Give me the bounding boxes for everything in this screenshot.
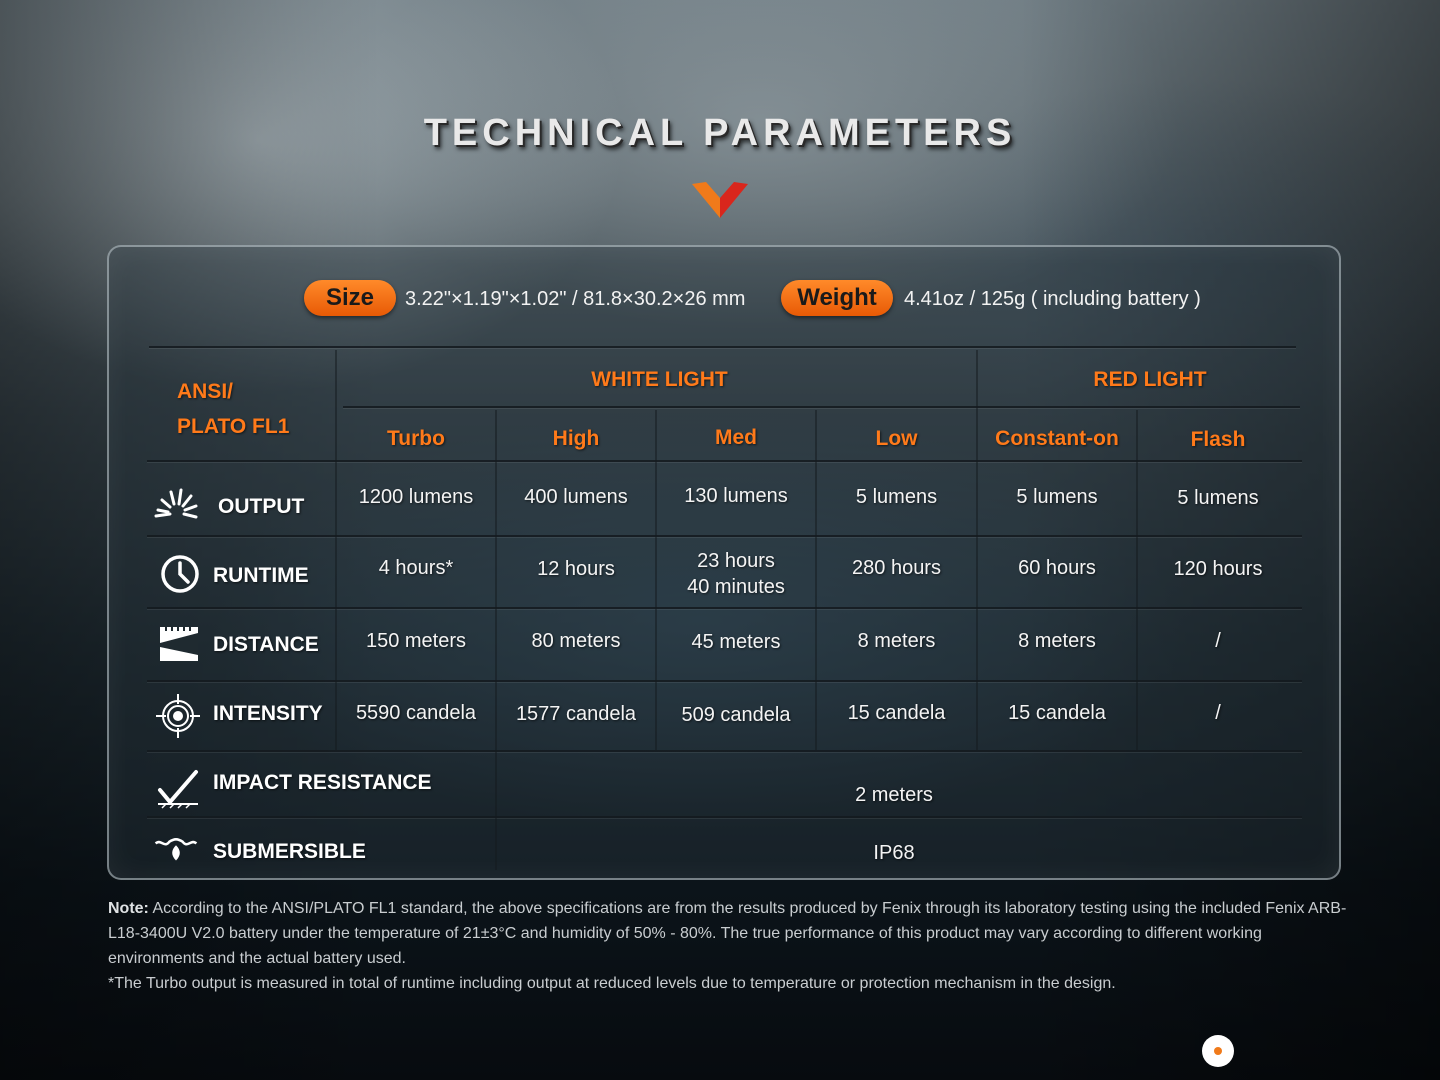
table-cell: 280 hours [852, 557, 941, 579]
table-cell: 5590 candela [355, 702, 477, 724]
table-cell: 1577 candela [515, 703, 637, 725]
table-cell: 120 hours [1173, 558, 1263, 580]
row-label-intensity: INTENSITY [213, 702, 323, 725]
burst-icon [154, 488, 198, 519]
mode-header: Turbo [387, 427, 445, 450]
table-cell: 23 hours 40 minutes [687, 550, 785, 598]
impact-check-icon [158, 770, 198, 809]
table-cell: 509 candela [681, 704, 791, 726]
row-label-distance: DISTANCE [213, 633, 319, 656]
standard-label-line1: ANSI/ [177, 380, 234, 403]
row-label-submersible: SUBMERSIBLE [213, 840, 366, 863]
note-footnote: *The Turbo output is measured in total o… [108, 975, 1116, 992]
table-cell: 1200 lumens [358, 486, 474, 508]
row-label-output: OUTPUT [218, 495, 305, 518]
mode-header: Flash [1190, 428, 1246, 451]
table-cell: 8 meters [857, 630, 936, 652]
chevron-down-icon [692, 182, 748, 218]
row-divider [147, 750, 1302, 752]
mode-header: Constant-on [995, 427, 1119, 450]
group-white-light: WHITE LIGHT [591, 368, 728, 391]
table-cell: 60 hours [1018, 557, 1096, 579]
weight-badge: Weight [781, 280, 893, 316]
row-label-impact: IMPACT RESISTANCE [213, 771, 432, 794]
spec-bar: Size 3.22"×1.19"×1.02" / 81.8×30.2×26 mm… [0, 280, 1440, 320]
table-cell: 4 hours* [378, 557, 454, 579]
table-cell: 150 meters [365, 630, 467, 652]
note-body: According to the ANSI/PLATO FL1 standard… [108, 900, 1347, 967]
table-cell: 15 candela [1008, 702, 1106, 724]
header-bottom-rule [147, 460, 1302, 462]
water-drop-icon [154, 838, 198, 861]
page-title: TECHNICAL PARAMETERS [423, 112, 1017, 154]
table-cell-submersible: IP68 [873, 842, 915, 864]
table-cell: 400 lumens [524, 486, 628, 508]
table-cell: 8 meters [1018, 630, 1096, 652]
row-divider [147, 607, 1302, 609]
row-divider [147, 535, 1302, 537]
note-prefix: Note: [108, 900, 149, 917]
row-divider [147, 680, 1302, 682]
table-cell: 130 lumens [684, 485, 788, 507]
beam-distance-icon [160, 627, 198, 661]
table-cell: 5 lumens [855, 486, 938, 508]
table-cell-impact: 2 meters [855, 784, 933, 806]
table-cell: / [1215, 630, 1221, 652]
mode-header: Low [875, 427, 918, 450]
size-badge: Size [304, 280, 396, 316]
table-cell: 5 lumens [1016, 486, 1098, 508]
row-label-runtime: RUNTIME [213, 564, 309, 587]
mode-header: Med [715, 426, 757, 449]
table-top-rule [149, 346, 1296, 348]
weight-value: 4.41oz / 125g ( including battery ) [904, 288, 1201, 310]
standard-label-line2: PLATO FL1 [177, 415, 290, 438]
table-cell: 80 meters [531, 630, 621, 652]
note-text: Note: According to the ANSI/PLATO FL1 st… [108, 896, 1348, 996]
size-value: 3.22"×1.19"×1.02" / 81.8×30.2×26 mm [405, 288, 746, 310]
group-header-rule [343, 406, 1300, 408]
table-cell: / [1215, 702, 1221, 724]
table-cell: 15 candela [847, 702, 946, 724]
table-cell: 12 hours [537, 558, 615, 580]
group-red-light: RED LIGHT [1093, 368, 1207, 391]
target-icon [156, 694, 200, 738]
mode-header: High [552, 427, 600, 450]
scroll-indicator-dot[interactable] [1202, 1035, 1234, 1067]
clock-icon [161, 555, 199, 593]
table-cell: 45 meters [691, 631, 781, 653]
table-cell: 5 lumens [1177, 487, 1259, 509]
